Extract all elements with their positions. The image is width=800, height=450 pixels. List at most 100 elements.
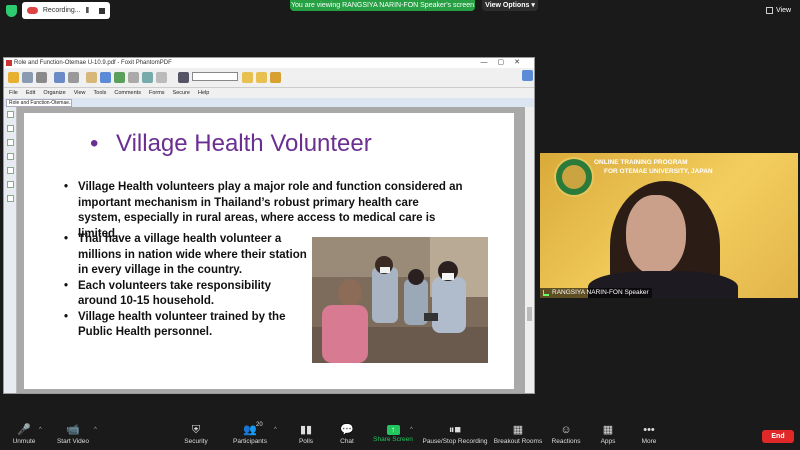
start-video-label: Start Video: [56, 438, 90, 445]
snapshot-icon[interactable]: [114, 72, 125, 83]
page-view-icon[interactable]: [156, 72, 167, 83]
comments-panel-icon[interactable]: [7, 153, 14, 160]
hand-tool-icon[interactable]: [86, 72, 97, 83]
window-controls[interactable]: —▢✕: [481, 58, 530, 68]
recording-stop-icon[interactable]: [99, 7, 105, 14]
pause-stop-icon: ⏸■: [448, 424, 462, 436]
security-label: Security: [184, 438, 208, 445]
zoom-icon[interactable]: [142, 72, 153, 83]
security-panel-icon[interactable]: [7, 181, 14, 188]
pages-icon[interactable]: [7, 125, 14, 132]
polls-label: Polls: [298, 438, 314, 445]
security-shield-icon[interactable]: [6, 5, 17, 17]
find-input[interactable]: [192, 72, 238, 81]
recording-pause-icon[interactable]: II: [86, 6, 90, 15]
bookmarks-icon[interactable]: [7, 111, 14, 118]
university-seal-logo: [554, 157, 594, 197]
volunteers-photo-illustration: [312, 237, 488, 363]
menu-organize[interactable]: Organize: [43, 88, 65, 98]
slide-page: • Village Health Volunteer Village Healt…: [24, 113, 514, 389]
volunteers-photo: [312, 237, 488, 363]
share-screen-icon: ↑: [386, 425, 400, 435]
video-options-caret-icon[interactable]: ^: [94, 427, 97, 433]
pause-stop-recording-label: Pause/Stop Recording: [422, 438, 488, 445]
recording-dot-icon: [27, 7, 38, 14]
open-folder-icon[interactable]: [8, 72, 19, 83]
menu-forms[interactable]: Forms: [149, 88, 165, 98]
clipboard-icon[interactable]: [128, 72, 139, 83]
chat-bubble-icon: 💬: [340, 424, 354, 436]
speaker-face: [626, 195, 686, 275]
more-button[interactable]: ••• More: [617, 423, 681, 450]
recording-indicator: Recording... II: [22, 2, 110, 19]
slide-bullet: Village health volunteer trained by the …: [64, 310, 309, 341]
slide-bullet: Each volunteers take responsibility arou…: [64, 279, 309, 310]
view-button[interactable]: View: [766, 4, 796, 16]
navigation-panel-rail: [4, 107, 17, 393]
share-options-caret-icon[interactable]: ^: [410, 427, 413, 433]
slide-bullet: Thai have a village health volunteer a m…: [64, 232, 309, 279]
meeting-control-bar: 🎤 Unmute ^ 📹 Start Video ^ ⛨ Security 👥 …: [0, 422, 800, 450]
slide-title-bullet: •: [90, 130, 99, 157]
slide-title: • Village Health Volunteer: [90, 130, 372, 158]
speaker-name-text: RANGSIYA NARIN-FON Speaker: [552, 289, 649, 296]
participants-count: 20: [256, 422, 263, 428]
window-title-bar: Role and Function-Otemae U-10.9.pdf - Fo…: [4, 58, 534, 68]
end-meeting-button[interactable]: End: [762, 430, 794, 443]
polls-icon: ▮▮: [299, 424, 313, 436]
chat-label: Chat: [340, 438, 354, 445]
participants-label: Participants: [233, 438, 267, 445]
menu-edit[interactable]: Edit: [26, 88, 35, 98]
document-tab-strip: Role and Function-Otemae...: [4, 98, 534, 107]
pdf-toolbar: [4, 68, 534, 88]
apps-label: Apps: [600, 438, 616, 445]
menu-file[interactable]: File: [9, 88, 18, 98]
breakout-rooms-icon: ▦: [512, 424, 524, 436]
viewing-screen-banner: You are viewing RANGSIYA NARIN-FON Speak…: [290, 0, 475, 11]
more-label: More: [641, 438, 657, 445]
highlight-icon[interactable]: [270, 72, 281, 83]
vertical-scrollbar[interactable]: [525, 107, 534, 393]
unmute-label: Unmute: [12, 438, 36, 445]
menu-view[interactable]: View: [74, 88, 86, 98]
slide-title-text: Village Health Volunteer: [116, 130, 372, 157]
signature-icon[interactable]: [7, 195, 14, 202]
document-tab[interactable]: Role and Function-Otemae...: [6, 99, 72, 107]
menu-help[interactable]: Help: [198, 88, 209, 98]
video-off-icon: 📹: [66, 424, 80, 436]
select-text-icon[interactable]: [100, 72, 111, 83]
training-banner-line2: FOR OTEMAE UNIVERSITY, JAPAN: [604, 168, 713, 175]
training-banner-line1: ONLINE TRAINING PROGRAM: [594, 159, 688, 166]
scan-icon[interactable]: [68, 72, 79, 83]
print-icon[interactable]: [36, 72, 47, 83]
save-icon[interactable]: [22, 72, 33, 83]
more-dots-icon: •••: [643, 424, 655, 436]
share-screen-button[interactable]: ↑ Share Screen: [361, 423, 425, 450]
recording-label: Recording...: [42, 7, 81, 14]
speaker-video-tile[interactable]: ONLINE TRAINING PROGRAM FOR OTEMAE UNIVE…: [540, 153, 798, 298]
menu-secure[interactable]: Secure: [173, 88, 190, 98]
view-options-label: View Options: [485, 2, 530, 9]
chevron-down-icon: ▾: [531, 2, 535, 9]
view-button-label: View: [776, 6, 792, 14]
reactions-icon: ☺: [560, 424, 572, 436]
participants-button[interactable]: 👥 20 Participants: [218, 422, 282, 450]
participants-icon: 👥: [243, 424, 257, 436]
find-previous-icon[interactable]: [242, 72, 253, 83]
foxit-app-icon: [6, 60, 12, 66]
apps-icon: ▦: [602, 424, 614, 436]
layers-icon[interactable]: [7, 139, 14, 146]
menu-comments[interactable]: Comments: [114, 88, 141, 98]
scrollbar-thumb[interactable]: [527, 307, 532, 321]
menu-tools[interactable]: Tools: [94, 88, 107, 98]
email-icon[interactable]: [54, 72, 65, 83]
find-next-icon[interactable]: [256, 72, 267, 83]
fit-page-icon[interactable]: [522, 70, 533, 81]
pause-stop-recording-button[interactable]: ⏸■ Pause/Stop Recording: [422, 423, 488, 450]
binoculars-icon[interactable]: [178, 72, 189, 83]
attachments-icon[interactable]: [7, 167, 14, 174]
view-options-button[interactable]: View Options ▾: [482, 0, 538, 11]
share-screen-label: Share Screen: [373, 436, 413, 443]
window-title: Role and Function-Otemae U-10.9.pdf - Fo…: [14, 60, 172, 66]
speaker-name-label: RANGSIYA NARIN-FON Speaker: [540, 288, 652, 298]
